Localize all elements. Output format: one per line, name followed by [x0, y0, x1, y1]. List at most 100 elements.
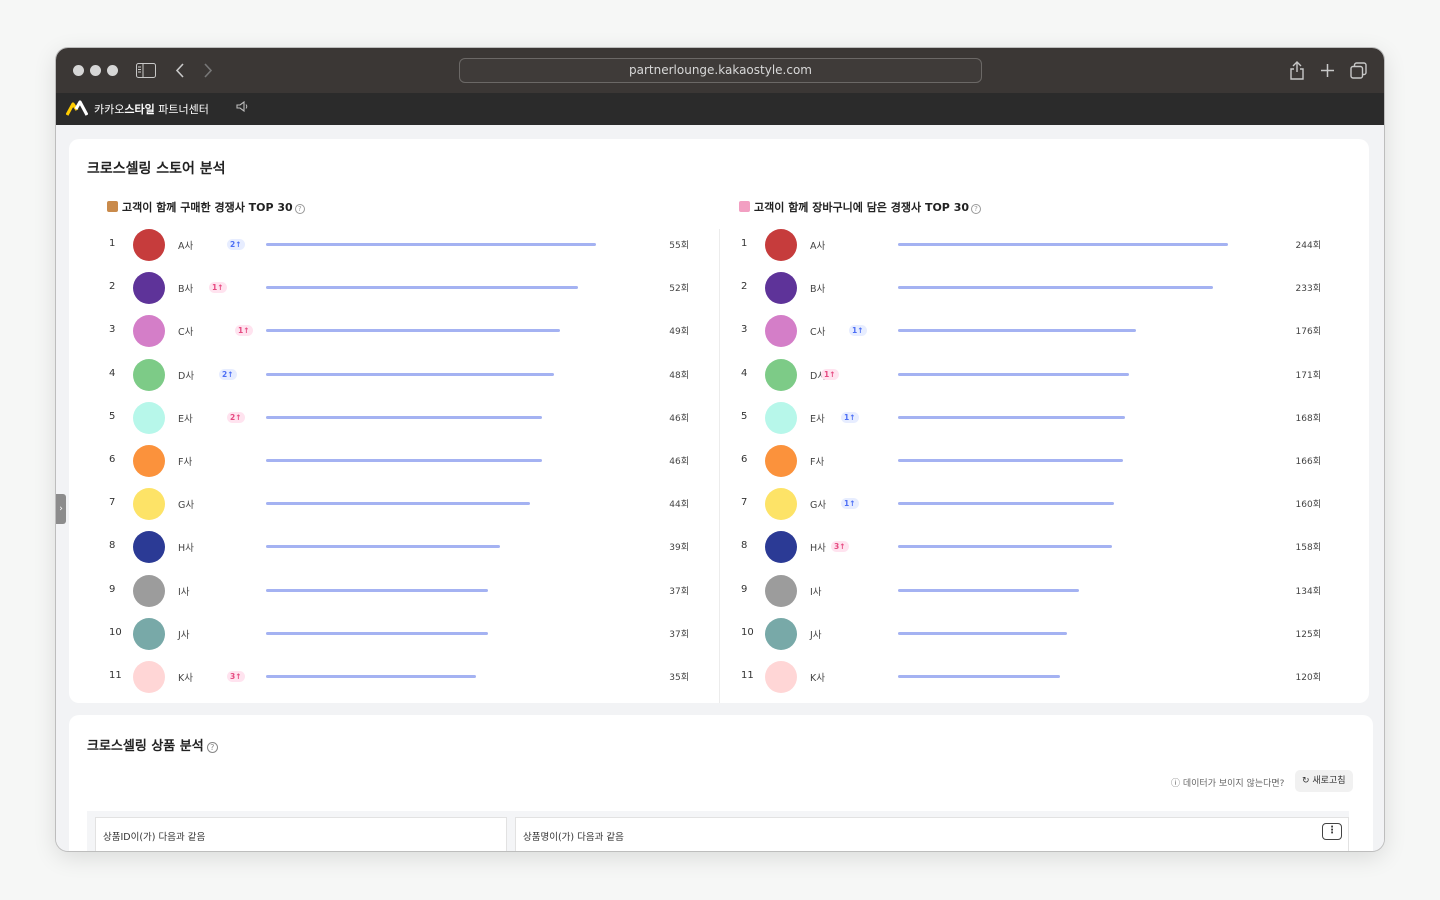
- count-value: 168회: [1295, 413, 1321, 424]
- rank-number: 3: [741, 324, 748, 336]
- rank-change-badge: 2↑: [227, 411, 245, 423]
- store-logo: [765, 401, 797, 434]
- competitor-row[interactable]: 9 I사 134회: [701, 574, 1331, 608]
- rank-number: 11: [109, 670, 122, 681]
- help-icon[interactable]: ?: [294, 204, 305, 214]
- store-name: H사: [178, 543, 194, 555]
- purchase-competitor-panel: 고객이 함께 구매한 경쟁사 TOP 30? 1 A사 2↑ 55회 2 B사 1↑ 52회 3…: [69, 197, 699, 703]
- count-value: 125회: [1295, 629, 1321, 640]
- competitor-row[interactable]: 11 K사 3↑ 35회: [69, 660, 699, 694]
- count-bar: [898, 631, 1068, 635]
- competitor-row[interactable]: 3 C사 1↑ 176회: [701, 314, 1331, 348]
- more-options-icon[interactable]: ⋮: [1322, 823, 1342, 840]
- count-value: 52회: [669, 284, 689, 295]
- address-bar[interactable]: partnerlounge.kakaostyle.com: [459, 58, 982, 83]
- minimize-window-button[interactable]: [90, 65, 101, 76]
- store-name: K사: [178, 673, 193, 684]
- competitor-row[interactable]: 4 D사 1↑ 171회: [701, 358, 1331, 392]
- competitor-row[interactable]: 7 G사 44회: [69, 487, 699, 521]
- rank-number: 10: [109, 626, 122, 638]
- shopping-bag-icon: [739, 201, 750, 212]
- rank-number: 1: [741, 238, 748, 249]
- store-name: I사: [178, 586, 190, 598]
- store-name: E사: [810, 413, 825, 425]
- count-bar: [898, 243, 1228, 246]
- rank-change-badge: 1↑: [849, 325, 867, 337]
- count-value: 55회: [669, 241, 689, 251]
- store-name: J사: [178, 629, 190, 641]
- browser-titlebar: partnerlounge.kakaostyle.com: [56, 48, 1384, 93]
- competitor-row[interactable]: 6 F사 46회: [69, 444, 699, 478]
- refresh-button[interactable]: ↻ 새로고침: [1295, 770, 1353, 792]
- rank-number: 2: [741, 281, 748, 293]
- product-name-filter[interactable]: 상품명이(가) 다음과 같음 ⋮: [515, 817, 1349, 851]
- store-logo: [765, 229, 797, 261]
- competitor-row[interactable]: 11 K사 120회: [701, 660, 1331, 694]
- competitor-row[interactable]: 7 G사 1↑ 160회: [701, 487, 1331, 521]
- store-logo: [133, 229, 165, 261]
- store-name: K사: [810, 673, 825, 684]
- competitor-row[interactable]: 1 A사 2↑ 55회: [69, 228, 699, 262]
- store-logo: [133, 358, 165, 391]
- rank-change-badge: 1↑: [209, 282, 227, 294]
- competitor-row[interactable]: 9 I사 37회: [69, 574, 699, 608]
- share-icon[interactable]: [1289, 61, 1305, 83]
- new-tab-icon[interactable]: [1320, 63, 1335, 81]
- help-icon[interactable]: ?: [971, 204, 982, 214]
- no-data-help-link[interactable]: ⓘ 데이터가 보이지 않는다면?: [1171, 776, 1284, 789]
- count-value: 176회: [1295, 327, 1321, 338]
- store-logo: [133, 315, 165, 348]
- count-value: 37회: [669, 629, 689, 640]
- kakaostyle-logo[interactable]: [65, 100, 89, 116]
- side-panel-toggle[interactable]: ›: [56, 494, 66, 524]
- count-value: 158회: [1295, 543, 1321, 554]
- sidebar-toggle-icon[interactable]: [136, 63, 156, 81]
- competitor-row[interactable]: 5 E사 1↑ 168회: [701, 401, 1331, 435]
- competitor-row[interactable]: 6 F사 166회: [701, 444, 1331, 478]
- count-bar: [266, 588, 488, 592]
- rank-change-badge: 2↑: [227, 239, 245, 250]
- count-bar: [898, 502, 1115, 506]
- competitor-row[interactable]: 4 D사 2↑ 48회: [69, 358, 699, 392]
- count-bar: [266, 372, 554, 376]
- announcement-icon[interactable]: [236, 100, 248, 115]
- count-bar: [266, 415, 542, 419]
- competitor-row[interactable]: 3 C사 1↑ 49회: [69, 314, 699, 348]
- maximize-window-button[interactable]: [107, 65, 118, 76]
- count-bar: [898, 545, 1112, 549]
- rank-change-badge: 3↑: [227, 671, 245, 682]
- money-bag-icon: [107, 201, 118, 212]
- competitor-row[interactable]: 1 A사 244회: [701, 228, 1331, 262]
- count-value: 49회: [669, 327, 689, 338]
- count-bar: [898, 675, 1061, 678]
- competitor-row[interactable]: 10 J사 125회: [701, 617, 1331, 651]
- store-name: C사: [178, 327, 194, 339]
- store-name: A사: [178, 241, 194, 252]
- competitor-row[interactable]: 2 B사 1↑ 52회: [69, 271, 699, 305]
- store-logo: [133, 574, 165, 607]
- rank-change-badge: 1↑: [841, 498, 859, 510]
- rank-number: 8: [741, 540, 748, 552]
- competitor-row[interactable]: 5 E사 2↑ 46회: [69, 401, 699, 435]
- count-bar: [898, 329, 1137, 333]
- tab-overview-icon[interactable]: [1350, 62, 1367, 82]
- cart-competitor-panel: 고객이 함께 장바구니에 담은 경쟁사 TOP 30? 1 A사 244회 2 B사 23…: [719, 197, 1349, 703]
- competitor-row[interactable]: 10 J사 37회: [69, 617, 699, 651]
- store-name: B사: [178, 284, 194, 296]
- forward-arrow-icon[interactable]: [203, 63, 213, 81]
- count-bar: [266, 502, 530, 506]
- store-logo: [133, 488, 165, 521]
- product-id-filter[interactable]: 상품ID이(가) 다음과 같음: [95, 817, 507, 851]
- store-logo: [765, 445, 797, 477]
- back-arrow-icon[interactable]: [175, 63, 185, 81]
- help-icon[interactable]: ?: [206, 742, 218, 753]
- competitor-row[interactable]: 8 H사 39회: [69, 530, 699, 564]
- count-value: 46회: [669, 457, 689, 467]
- count-bar: [266, 631, 488, 635]
- rank-number: 9: [109, 583, 116, 595]
- store-analysis-card: 크로스셀링 스토어 분석 고객이 함께 구매한 경쟁사 TOP 30? 1 A사 2…: [69, 139, 1369, 703]
- close-window-button[interactable]: [73, 65, 84, 76]
- competitor-row[interactable]: 8 H사 3↑ 158회: [701, 530, 1331, 564]
- product-analysis-card: 크로스셀링 상품 분석? ⓘ 데이터가 보이지 않는다면? ↻ 새로고침 상품I…: [69, 715, 1373, 851]
- competitor-row[interactable]: 2 B사 233회: [701, 271, 1331, 305]
